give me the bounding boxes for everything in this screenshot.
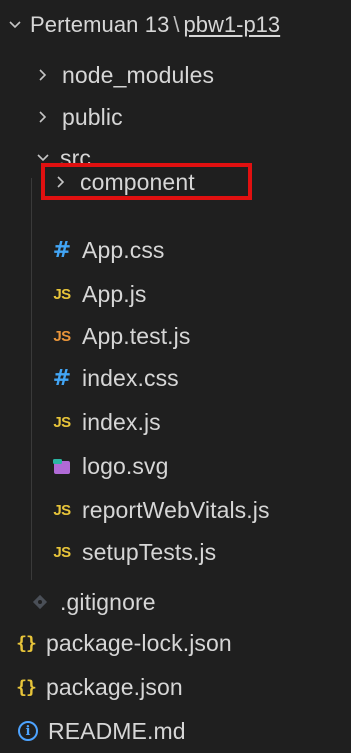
tree-item-package-json[interactable]: {} package.json (0, 667, 351, 707)
tree-item-index-css[interactable]: # index.css (0, 358, 351, 398)
subfolder-link[interactable]: pbw1-p13 (184, 12, 281, 38)
tree-item-setup-tests-js[interactable]: JS setupTests.js (0, 532, 351, 572)
tree-item-app-css[interactable]: # App.css (0, 230, 351, 270)
tree-item-label: logo.svg (82, 452, 169, 479)
css-file-icon: # (52, 237, 72, 263)
tree-item-report-web-vitals-js[interactable]: JS reportWebVitals.js (0, 490, 351, 530)
chevron-right-icon[interactable] (34, 108, 52, 126)
root-folder-label: Pertemuan 13 (30, 12, 170, 37)
chevron-down-icon[interactable] (6, 16, 24, 34)
file-explorer: Pertemuan 13 \ pbw1-p13 node_modules pub… (0, 0, 351, 753)
css-file-icon: # (52, 365, 72, 391)
explorer-root-folder[interactable]: Pertemuan 13 \ pbw1-p13 (0, 0, 351, 50)
tree-item-label: setupTests.js (82, 538, 217, 565)
tree-item-gitignore[interactable]: .gitignore (0, 582, 351, 622)
tree-item-label: package.json (46, 673, 183, 700)
chevron-right-icon[interactable] (34, 66, 52, 84)
tree-item-index-js[interactable]: JS index.js (0, 402, 351, 442)
tree-item-app-js[interactable]: JS App.js (0, 274, 351, 314)
tree-item-label: .gitignore (60, 588, 156, 615)
tree-item-label: node_modules (62, 61, 215, 88)
tree-item-label: index.js (82, 408, 161, 435)
json-file-icon: {} (16, 676, 37, 698)
js-file-icon: JS (53, 285, 71, 303)
svg-file-icon (50, 456, 74, 476)
js-file-icon: JS (53, 413, 71, 431)
tree-item-label: App.css (82, 236, 165, 263)
info-icon: i (16, 721, 40, 741)
js-test-file-icon: JS (53, 327, 71, 345)
tree-item-component[interactable]: component (0, 162, 351, 202)
info-icon-glyph: i (18, 721, 38, 741)
tree-item-logo-svg[interactable]: logo.svg (0, 446, 351, 486)
json-file-icon: {} (16, 632, 37, 654)
tree-item-label: App.js (82, 280, 147, 307)
tree-item-app-test-js[interactable]: JS App.test.js (0, 316, 351, 356)
tree-item-label: component (80, 168, 195, 195)
git-icon (28, 593, 52, 611)
tree-item-public[interactable]: public (0, 97, 351, 137)
tree-item-label: reportWebVitals.js (82, 496, 270, 523)
tree-item-label: README.md (48, 717, 186, 744)
tree-item-label: public (62, 103, 123, 130)
tree-item-package-lock-json[interactable]: {} package-lock.json (0, 623, 351, 663)
path-separator: \ (173, 12, 180, 37)
tree-item-node-modules[interactable]: node_modules (0, 55, 351, 95)
tree-item-label: index.css (82, 364, 179, 391)
tree-item-readme-md[interactable]: i README.md (0, 711, 351, 751)
js-file-icon: JS (53, 501, 71, 519)
chevron-right-icon[interactable] (52, 173, 70, 191)
js-file-icon: JS (53, 543, 71, 561)
tree-item-label: App.test.js (82, 322, 191, 349)
tree-item-label: package-lock.json (46, 629, 232, 656)
